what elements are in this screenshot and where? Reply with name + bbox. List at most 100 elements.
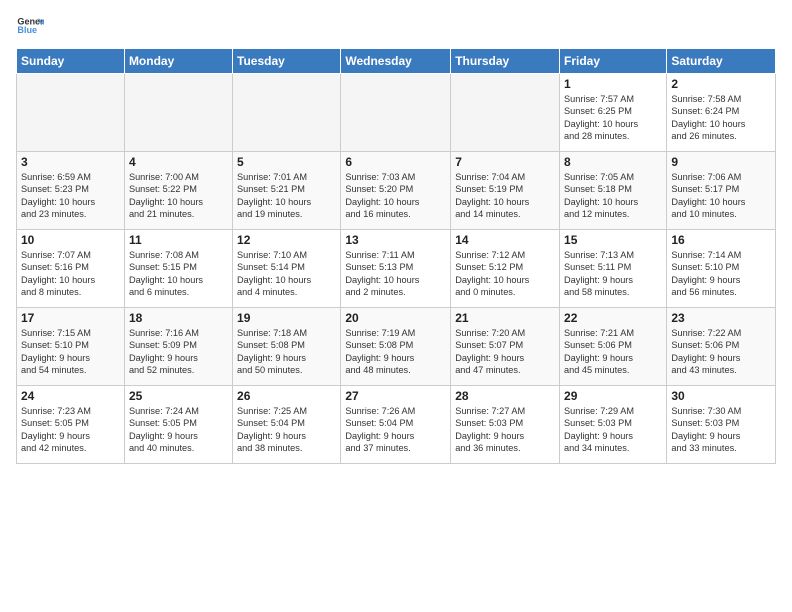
day-number: 22	[564, 311, 662, 325]
calendar-day-cell	[124, 74, 232, 152]
calendar-day-cell: 13 Sunrise: 7:11 AM Sunset: 5:13 PM Dayli…	[341, 230, 451, 308]
day-number: 13	[345, 233, 446, 247]
day-info: Sunrise: 7:15 AM Sunset: 5:10 PM Dayligh…	[21, 327, 120, 377]
weekday-header-tuesday: Tuesday	[233, 49, 341, 74]
day-number: 18	[129, 311, 228, 325]
day-info: Sunrise: 7:22 AM Sunset: 5:06 PM Dayligh…	[671, 327, 771, 377]
calendar-day-cell: 27 Sunrise: 7:26 AM Sunset: 5:04 PM Dayli…	[341, 386, 451, 464]
day-info: Sunrise: 7:19 AM Sunset: 5:08 PM Dayligh…	[345, 327, 446, 377]
day-info: Sunrise: 7:30 AM Sunset: 5:03 PM Dayligh…	[671, 405, 771, 455]
day-number: 16	[671, 233, 771, 247]
day-info: Sunrise: 7:26 AM Sunset: 5:04 PM Dayligh…	[345, 405, 446, 455]
day-number: 9	[671, 155, 771, 169]
calendar-week-row: 1 Sunrise: 7:57 AM Sunset: 6:25 PM Daylig…	[17, 74, 776, 152]
logo-icon: General Blue	[16, 12, 44, 40]
calendar-day-cell: 10 Sunrise: 7:07 AM Sunset: 5:16 PM Dayli…	[17, 230, 125, 308]
day-info: Sunrise: 7:20 AM Sunset: 5:07 PM Dayligh…	[455, 327, 555, 377]
weekday-header-friday: Friday	[560, 49, 667, 74]
day-number: 19	[237, 311, 336, 325]
day-number: 7	[455, 155, 555, 169]
day-info: Sunrise: 7:25 AM Sunset: 5:04 PM Dayligh…	[237, 405, 336, 455]
calendar-week-row: 24 Sunrise: 7:23 AM Sunset: 5:05 PM Dayli…	[17, 386, 776, 464]
weekday-header-thursday: Thursday	[451, 49, 560, 74]
day-number: 8	[564, 155, 662, 169]
day-number: 4	[129, 155, 228, 169]
calendar-day-cell: 2 Sunrise: 7:58 AM Sunset: 6:24 PM Daylig…	[667, 74, 776, 152]
day-info: Sunrise: 7:04 AM Sunset: 5:19 PM Dayligh…	[455, 171, 555, 221]
calendar-day-cell: 21 Sunrise: 7:20 AM Sunset: 5:07 PM Dayli…	[451, 308, 560, 386]
day-number: 11	[129, 233, 228, 247]
day-info: Sunrise: 7:18 AM Sunset: 5:08 PM Dayligh…	[237, 327, 336, 377]
day-number: 24	[21, 389, 120, 403]
calendar-day-cell: 3 Sunrise: 6:59 AM Sunset: 5:23 PM Daylig…	[17, 152, 125, 230]
logo: General Blue	[16, 12, 44, 40]
calendar-day-cell: 24 Sunrise: 7:23 AM Sunset: 5:05 PM Dayli…	[17, 386, 125, 464]
day-number: 23	[671, 311, 771, 325]
day-number: 5	[237, 155, 336, 169]
calendar-day-cell: 6 Sunrise: 7:03 AM Sunset: 5:20 PM Daylig…	[341, 152, 451, 230]
calendar-day-cell: 1 Sunrise: 7:57 AM Sunset: 6:25 PM Daylig…	[560, 74, 667, 152]
day-number: 2	[671, 77, 771, 91]
day-info: Sunrise: 7:21 AM Sunset: 5:06 PM Dayligh…	[564, 327, 662, 377]
day-info: Sunrise: 7:23 AM Sunset: 5:05 PM Dayligh…	[21, 405, 120, 455]
day-info: Sunrise: 7:03 AM Sunset: 5:20 PM Dayligh…	[345, 171, 446, 221]
calendar-day-cell: 17 Sunrise: 7:15 AM Sunset: 5:10 PM Dayli…	[17, 308, 125, 386]
calendar-week-row: 17 Sunrise: 7:15 AM Sunset: 5:10 PM Dayli…	[17, 308, 776, 386]
calendar-day-cell: 28 Sunrise: 7:27 AM Sunset: 5:03 PM Dayli…	[451, 386, 560, 464]
calendar-week-row: 3 Sunrise: 6:59 AM Sunset: 5:23 PM Daylig…	[17, 152, 776, 230]
page-container: General Blue SundayMondayTuesdayWednesda…	[0, 0, 792, 472]
day-info: Sunrise: 7:14 AM Sunset: 5:10 PM Dayligh…	[671, 249, 771, 299]
calendar-day-cell: 23 Sunrise: 7:22 AM Sunset: 5:06 PM Dayli…	[667, 308, 776, 386]
day-info: Sunrise: 7:08 AM Sunset: 5:15 PM Dayligh…	[129, 249, 228, 299]
calendar-day-cell: 20Sunrise: 7:19 AM Sunset: 5:08 PM Dayli…	[341, 308, 451, 386]
day-number: 10	[21, 233, 120, 247]
weekday-header-sunday: Sunday	[17, 49, 125, 74]
calendar-day-cell: 7 Sunrise: 7:04 AM Sunset: 5:19 PM Daylig…	[451, 152, 560, 230]
day-info: Sunrise: 6:59 AM Sunset: 5:23 PM Dayligh…	[21, 171, 120, 221]
day-number: 6	[345, 155, 446, 169]
calendar-day-cell: 9 Sunrise: 7:06 AM Sunset: 5:17 PM Daylig…	[667, 152, 776, 230]
day-number: 3	[21, 155, 120, 169]
calendar-day-cell: 16 Sunrise: 7:14 AM Sunset: 5:10 PM Dayli…	[667, 230, 776, 308]
day-info: Sunrise: 7:07 AM Sunset: 5:16 PM Dayligh…	[21, 249, 120, 299]
day-info: Sunrise: 7:29 AM Sunset: 5:03 PM Dayligh…	[564, 405, 662, 455]
weekday-header-monday: Monday	[124, 49, 232, 74]
day-info: Sunrise: 7:13 AM Sunset: 5:11 PM Dayligh…	[564, 249, 662, 299]
day-info: Sunrise: 7:01 AM Sunset: 5:21 PM Dayligh…	[237, 171, 336, 221]
calendar-day-cell: 22 Sunrise: 7:21 AM Sunset: 5:06 PM Dayli…	[560, 308, 667, 386]
calendar-day-cell: 12 Sunrise: 7:10 AM Sunset: 5:14 PM Dayli…	[233, 230, 341, 308]
day-number: 28	[455, 389, 555, 403]
day-info: Sunrise: 7:27 AM Sunset: 5:03 PM Dayligh…	[455, 405, 555, 455]
calendar-day-cell	[341, 74, 451, 152]
day-info: Sunrise: 7:06 AM Sunset: 5:17 PM Dayligh…	[671, 171, 771, 221]
calendar-day-cell: 8 Sunrise: 7:05 AM Sunset: 5:18 PM Daylig…	[560, 152, 667, 230]
calendar-day-cell: 5 Sunrise: 7:01 AM Sunset: 5:21 PM Daylig…	[233, 152, 341, 230]
day-number: 15	[564, 233, 662, 247]
calendar-day-cell: 15 Sunrise: 7:13 AM Sunset: 5:11 PM Dayli…	[560, 230, 667, 308]
day-info: Sunrise: 7:05 AM Sunset: 5:18 PM Dayligh…	[564, 171, 662, 221]
calendar-day-cell: 19 Sunrise: 7:18 AM Sunset: 5:08 PM Dayli…	[233, 308, 341, 386]
day-number: 12	[237, 233, 336, 247]
calendar-day-cell: 11 Sunrise: 7:08 AM Sunset: 5:15 PM Dayli…	[124, 230, 232, 308]
weekday-header-row: SundayMondayTuesdayWednesdayThursdayFrid…	[17, 49, 776, 74]
day-info: Sunrise: 7:11 AM Sunset: 5:13 PM Dayligh…	[345, 249, 446, 299]
day-number: 26	[237, 389, 336, 403]
day-number: 27	[345, 389, 446, 403]
day-number: 1	[564, 77, 662, 91]
day-info: Sunrise: 7:12 AM Sunset: 5:12 PM Dayligh…	[455, 249, 555, 299]
day-info: Sunrise: 7:58 AM Sunset: 6:24 PM Dayligh…	[671, 93, 771, 143]
day-number: 17	[21, 311, 120, 325]
weekday-header-saturday: Saturday	[667, 49, 776, 74]
calendar-day-cell	[451, 74, 560, 152]
day-number: 25	[129, 389, 228, 403]
calendar-day-cell: 25Sunrise: 7:24 AM Sunset: 5:05 PM Dayli…	[124, 386, 232, 464]
calendar-day-cell: 29Sunrise: 7:29 AM Sunset: 5:03 PM Dayli…	[560, 386, 667, 464]
calendar-table: SundayMondayTuesdayWednesdayThursdayFrid…	[16, 48, 776, 464]
day-info: Sunrise: 7:57 AM Sunset: 6:25 PM Dayligh…	[564, 93, 662, 143]
day-info: Sunrise: 7:10 AM Sunset: 5:14 PM Dayligh…	[237, 249, 336, 299]
header: General Blue	[16, 12, 776, 40]
calendar-day-cell: 26 Sunrise: 7:25 AM Sunset: 5:04 PM Dayli…	[233, 386, 341, 464]
calendar-day-cell	[233, 74, 341, 152]
day-number: 21	[455, 311, 555, 325]
day-number: 14	[455, 233, 555, 247]
